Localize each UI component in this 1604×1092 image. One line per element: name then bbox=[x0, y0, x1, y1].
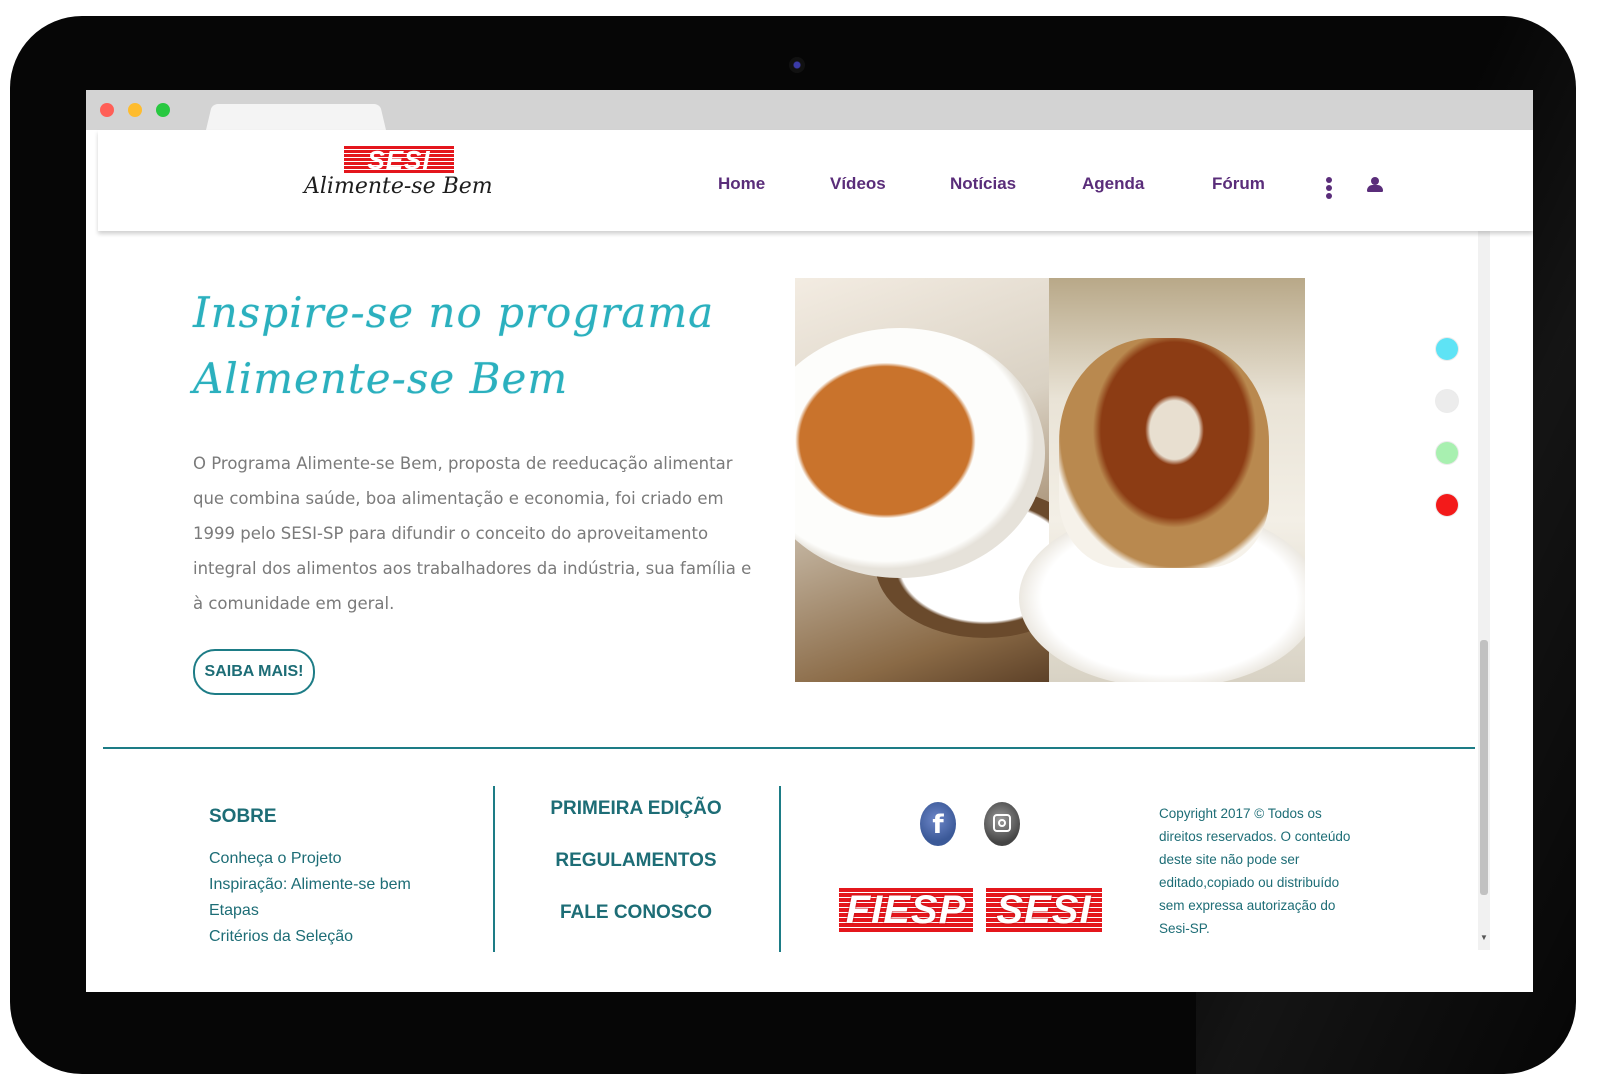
site-logo[interactable]: SESI Alimente-se Bem bbox=[304, 146, 504, 214]
color-option-red[interactable] bbox=[1436, 494, 1458, 516]
color-selector bbox=[1436, 338, 1462, 538]
footer-link-conheca[interactable]: Conheça o Projeto bbox=[209, 850, 342, 868]
instagram-icon[interactable] bbox=[984, 802, 1020, 846]
hero-title-line1: Inspire-se no programa bbox=[193, 288, 715, 337]
minimize-window-button[interactable] bbox=[128, 103, 142, 117]
nav-agenda[interactable]: Agenda bbox=[1082, 174, 1144, 194]
scroll-down-icon[interactable]: ▼ bbox=[1478, 932, 1490, 944]
close-window-button[interactable] bbox=[100, 103, 114, 117]
browser-titlebar bbox=[86, 90, 1533, 130]
page-scrollbar[interactable] bbox=[1478, 230, 1490, 950]
hero-description: O Programa Alimente-se Bem, proposta de … bbox=[193, 454, 752, 613]
user-icon[interactable] bbox=[1366, 177, 1384, 193]
fiesp-logo: FIESP bbox=[839, 888, 973, 932]
footer-sobre-title: SOBRE bbox=[209, 806, 277, 827]
color-option-green[interactable] bbox=[1436, 442, 1458, 464]
footer-link-fale-conosco[interactable]: FALE CONOSCO bbox=[493, 902, 779, 924]
scrollbar-thumb[interactable] bbox=[1480, 640, 1488, 895]
nav-noticias[interactable]: Notícias bbox=[950, 174, 1016, 194]
saiba-mais-button[interactable]: SAIBA MAIS! bbox=[193, 649, 315, 695]
footer-link-etapas[interactable]: Etapas bbox=[209, 902, 259, 920]
logo-script: Alimente-se Bem bbox=[304, 174, 493, 199]
kebab-menu-icon[interactable] bbox=[1326, 177, 1334, 199]
maximize-window-button[interactable] bbox=[156, 103, 170, 117]
nav-forum[interactable]: Fórum bbox=[1212, 174, 1265, 194]
footer-link-criterios[interactable]: Critérios da Seleção bbox=[209, 928, 353, 946]
hero-title-line2: Alimente-se Bem bbox=[193, 354, 569, 403]
color-option-gray[interactable] bbox=[1436, 390, 1458, 412]
camera-icon bbox=[789, 57, 805, 73]
logo-badge: SESI bbox=[344, 146, 454, 174]
site-header: SESI Alimente-se Bem Home Vídeos Notícia… bbox=[98, 130, 1533, 231]
nav-videos[interactable]: Vídeos bbox=[830, 174, 886, 194]
footer-divider bbox=[103, 747, 1475, 749]
sesi-logo: SESI bbox=[986, 888, 1102, 932]
hero-section: Inspire-se no programa Alimente-se Bem O… bbox=[103, 234, 1473, 754]
browser-tab[interactable] bbox=[206, 104, 386, 130]
copyright-text: Copyright 2017 © Todos os direitos reser… bbox=[1159, 806, 1351, 936]
footer-link-regulamentos[interactable]: REGULAMENTOS bbox=[493, 850, 779, 872]
site-footer: SOBRE Conheça o Projeto Inspiração: Alim… bbox=[103, 750, 1475, 970]
color-option-cyan[interactable] bbox=[1436, 338, 1458, 360]
browser-window: SESI Alimente-se Bem Home Vídeos Notícia… bbox=[86, 90, 1533, 992]
footer-link-inspiracao[interactable]: Inspiração: Alimente-se bem bbox=[209, 876, 411, 894]
nav-home[interactable]: Home bbox=[718, 174, 765, 194]
footer-column-divider bbox=[779, 786, 781, 952]
footer-link-primeira-edicao[interactable]: PRIMEIRA EDIÇÃO bbox=[493, 798, 779, 820]
facebook-icon[interactable]: f bbox=[920, 802, 956, 846]
hero-title: Inspire-se no programa Alimente-se Bem bbox=[193, 280, 753, 412]
food-photo bbox=[795, 278, 1305, 682]
